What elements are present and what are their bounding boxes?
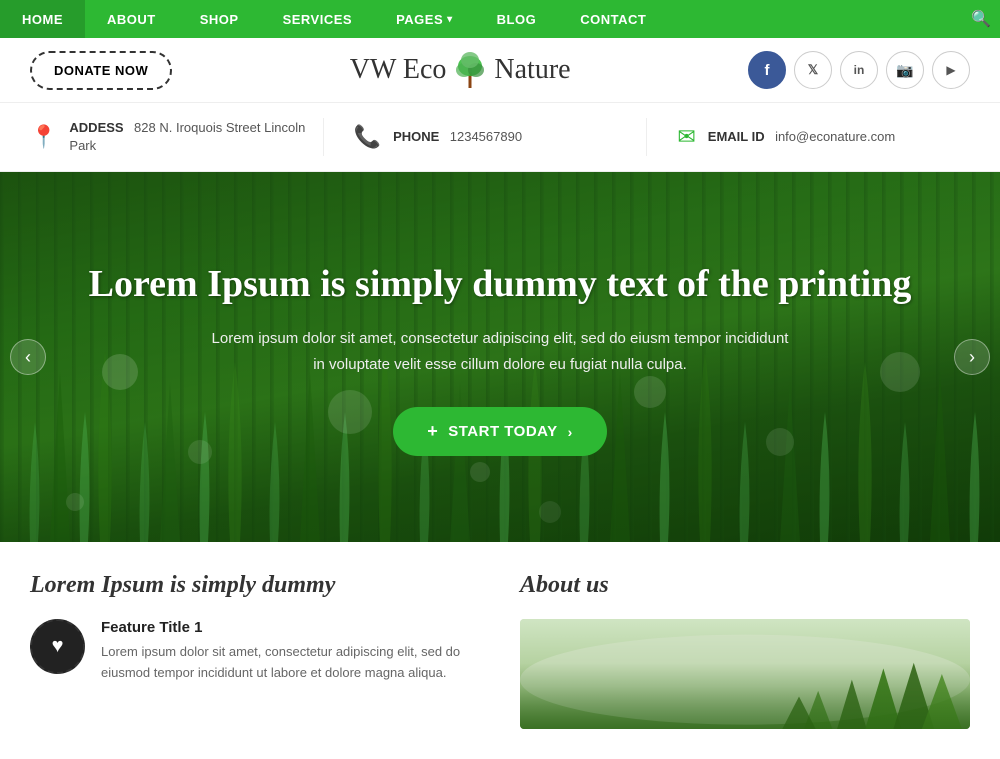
phone-value: 1234567890 xyxy=(450,129,522,144)
nav-blog[interactable]: BLOG xyxy=(475,0,559,38)
social-twitter[interactable]: 𝕏 xyxy=(794,51,832,89)
about-section: About us xyxy=(520,572,970,729)
phone-label: PHONE xyxy=(393,129,439,144)
youtube-icon: ▶ xyxy=(946,63,955,77)
nav-items: HOME ABOUT SHOP SERVICES PAGES ▾ BLOG CO… xyxy=(0,0,962,38)
feature-content: Feature Title 1 Lorem ipsum dolor sit am… xyxy=(101,619,480,684)
address-info: 📍 ADDESS 828 N. Iroquois Street Lincoln … xyxy=(30,113,323,161)
social-youtube[interactable]: ▶ xyxy=(932,51,970,89)
about-title: About us xyxy=(520,572,970,599)
nav-shop[interactable]: SHOP xyxy=(178,0,261,38)
chevron-down-icon: ▾ xyxy=(447,14,453,25)
email-info: ✉ EMAIL ID info@econature.com xyxy=(646,118,970,156)
logo-text-2: Nature xyxy=(494,54,570,86)
feature-description: Lorem ipsum dolor sit amet, consectetur … xyxy=(101,642,480,684)
feature-title: Feature Title 1 xyxy=(101,619,480,636)
cta-label: START TODAY xyxy=(448,423,557,440)
logo-text-1: VW Eco xyxy=(350,54,447,86)
feature-item: ♥ Feature Title 1 Lorem ipsum dolor sit … xyxy=(30,619,480,684)
site-logo: VW Eco Nature xyxy=(350,50,571,90)
location-icon: 📍 xyxy=(30,124,57,150)
hero-description: Lorem ipsum dolor sit amet, consectetur … xyxy=(0,326,1000,377)
site-header: DONATE NOW VW Eco Nature f 𝕏 in 📷 ▶ xyxy=(0,38,1000,103)
address-label: ADDESS xyxy=(69,120,123,135)
phone-icon: 📞 xyxy=(354,124,381,150)
features-section: Lorem Ipsum is simply dummy ♥ Feature Ti… xyxy=(30,572,480,729)
start-today-button[interactable]: + START TODAY › xyxy=(393,407,607,456)
carousel-prev-button[interactable]: ‹ xyxy=(10,339,46,375)
email-value: info@econature.com xyxy=(775,129,895,144)
nav-about[interactable]: ABOUT xyxy=(85,0,178,38)
carousel-next-button[interactable]: › xyxy=(954,339,990,375)
about-image xyxy=(520,619,970,729)
features-title: Lorem Ipsum is simply dummy xyxy=(30,572,480,599)
hero-content: Lorem Ipsum is simply dummy text of the … xyxy=(0,172,1000,456)
main-nav: HOME ABOUT SHOP SERVICES PAGES ▾ BLOG CO… xyxy=(0,0,1000,38)
facebook-icon: f xyxy=(765,62,770,79)
social-instagram[interactable]: 📷 xyxy=(886,51,924,89)
nav-home[interactable]: HOME xyxy=(0,0,85,38)
feature-icon-circle: ♥ xyxy=(30,619,85,674)
info-bar: 📍 ADDESS 828 N. Iroquois Street Lincoln … xyxy=(0,103,1000,172)
email-icon: ✉ xyxy=(677,124,695,150)
plus-icon: + xyxy=(427,421,438,442)
instagram-icon: 📷 xyxy=(896,62,913,79)
nav-services[interactable]: SERVICES xyxy=(261,0,375,38)
heart-icon: ♥ xyxy=(52,635,64,658)
social-facebook[interactable]: f xyxy=(748,51,786,89)
bottom-section: Lorem Ipsum is simply dummy ♥ Feature Ti… xyxy=(0,542,1000,759)
logo-tree-icon xyxy=(450,50,490,90)
social-linkedin[interactable]: in xyxy=(840,51,878,89)
nav-pages[interactable]: PAGES ▾ xyxy=(374,0,475,38)
hero-section: Lorem Ipsum is simply dummy text of the … xyxy=(0,172,1000,542)
social-icons: f 𝕏 in 📷 ▶ xyxy=(748,51,970,89)
search-icon[interactable]: 🔍 xyxy=(962,0,1000,38)
email-label: EMAIL ID xyxy=(708,129,765,144)
phone-info: 📞 PHONE 1234567890 xyxy=(323,118,647,156)
nav-contact[interactable]: CONTACT xyxy=(558,0,668,38)
arrow-icon: › xyxy=(568,424,573,440)
linkedin-icon: in xyxy=(854,63,865,77)
twitter-icon: 𝕏 xyxy=(808,62,818,78)
donate-now-button[interactable]: DONATE NOW xyxy=(30,51,172,90)
hero-title: Lorem Ipsum is simply dummy text of the … xyxy=(0,262,1000,306)
